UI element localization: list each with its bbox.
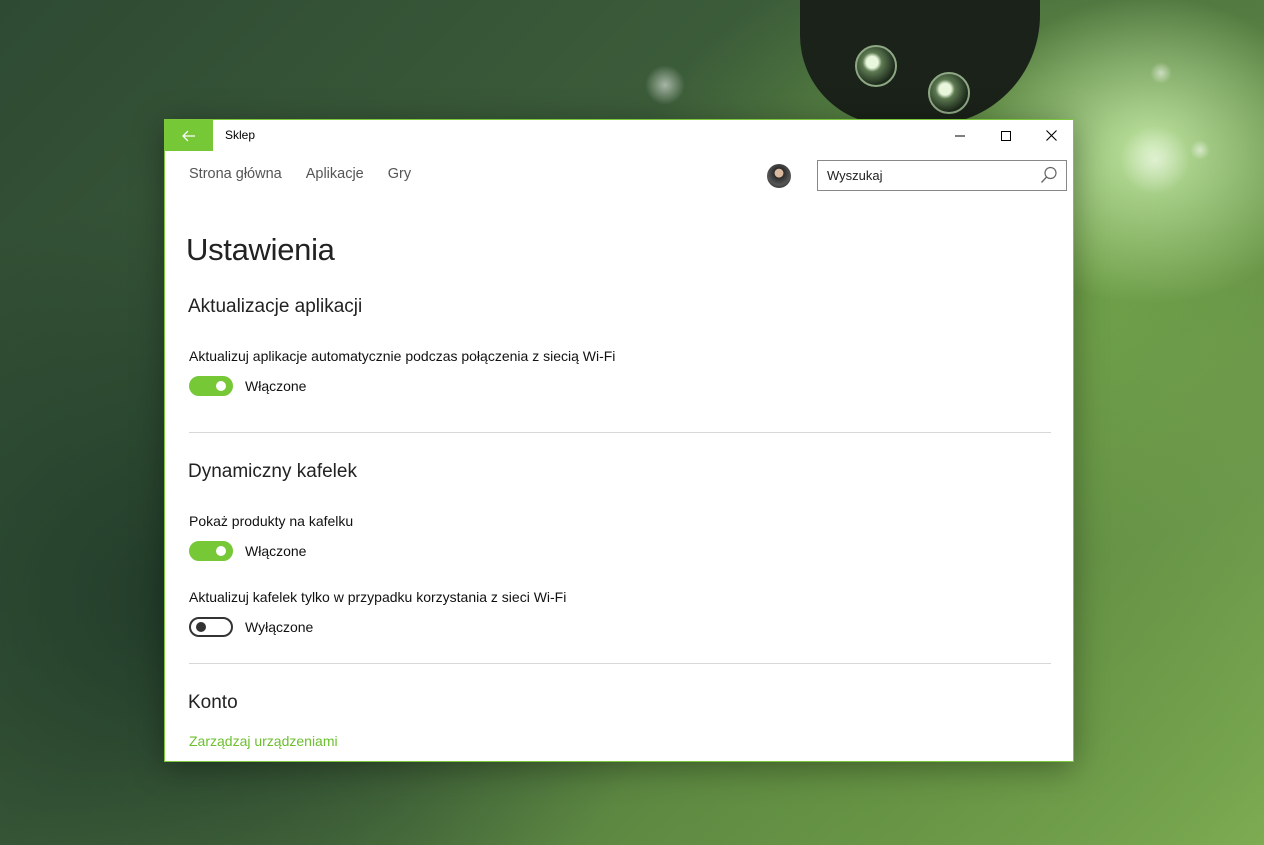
wallpaper-cat	[800, 0, 1040, 125]
store-window: Sklep Strona główna Aplikacje Gry Ustawi…	[164, 119, 1074, 762]
show-products-state: Włączone	[245, 543, 307, 559]
auto-update-state: Włączone	[245, 378, 307, 394]
toggle-knob	[196, 622, 206, 632]
nav-item-home[interactable]: Strona główna	[189, 166, 282, 182]
minimize-icon	[955, 135, 965, 136]
wallpaper-light-orb	[645, 65, 685, 105]
nav-item-apps[interactable]: Aplikacje	[306, 166, 364, 182]
section-title-app-updates: Aktualizacje aplikacji	[188, 296, 363, 317]
setting-label-auto-update: Aktualizuj aplikacje automatycznie podcz…	[189, 348, 616, 364]
top-navigation: Strona główna Aplikacje Gry	[189, 166, 411, 182]
tile-wifi-only-state: Wyłączone	[245, 619, 314, 635]
section-title-live-tile: Dynamiczny kafelek	[188, 461, 357, 482]
setting-label-show-products: Pokaż produkty na kafelku	[189, 513, 354, 529]
tile-wifi-only-toggle[interactable]	[189, 617, 233, 637]
close-button[interactable]	[1028, 120, 1074, 151]
show-products-toggle[interactable]	[189, 541, 233, 561]
back-button[interactable]	[165, 120, 213, 151]
search-box	[817, 160, 1067, 191]
section-divider	[189, 432, 1051, 433]
nav-item-games[interactable]: Gry	[388, 166, 411, 182]
wallpaper-light-orb	[1190, 140, 1210, 160]
app-title: Sklep	[225, 128, 256, 142]
section-title-account: Konto	[188, 692, 238, 713]
minimize-button[interactable]	[937, 120, 983, 151]
wallpaper-cat-eye	[928, 72, 970, 114]
wallpaper-light-orb	[1150, 62, 1172, 84]
auto-update-toggle[interactable]	[189, 376, 233, 396]
maximize-button[interactable]	[983, 120, 1029, 151]
search-icon	[1041, 166, 1057, 183]
setting-row-tile-wifi-only: Wyłączone	[189, 617, 313, 637]
wallpaper-cat-eye	[855, 45, 897, 87]
titlebar: Sklep	[165, 120, 1073, 151]
arrow-left-icon	[182, 130, 195, 141]
manage-devices-link[interactable]: Zarządzaj urządzeniami	[189, 733, 338, 749]
wallpaper-light-orb	[1120, 125, 1190, 195]
page-title: Ustawienia	[186, 232, 335, 267]
toggle-knob	[216, 381, 226, 391]
setting-row-show-products: Włączone	[189, 541, 306, 561]
close-icon	[1045, 130, 1057, 141]
setting-label-tile-wifi-only: Aktualizuj kafelek tylko w przypadku kor…	[189, 589, 567, 605]
user-avatar[interactable]	[767, 164, 791, 188]
maximize-icon	[1001, 130, 1011, 141]
search-button[interactable]	[1038, 165, 1060, 187]
search-input[interactable]	[818, 161, 1037, 190]
setting-row-auto-update: Włączone	[189, 376, 306, 396]
section-divider	[189, 663, 1051, 664]
toggle-knob	[216, 546, 226, 556]
